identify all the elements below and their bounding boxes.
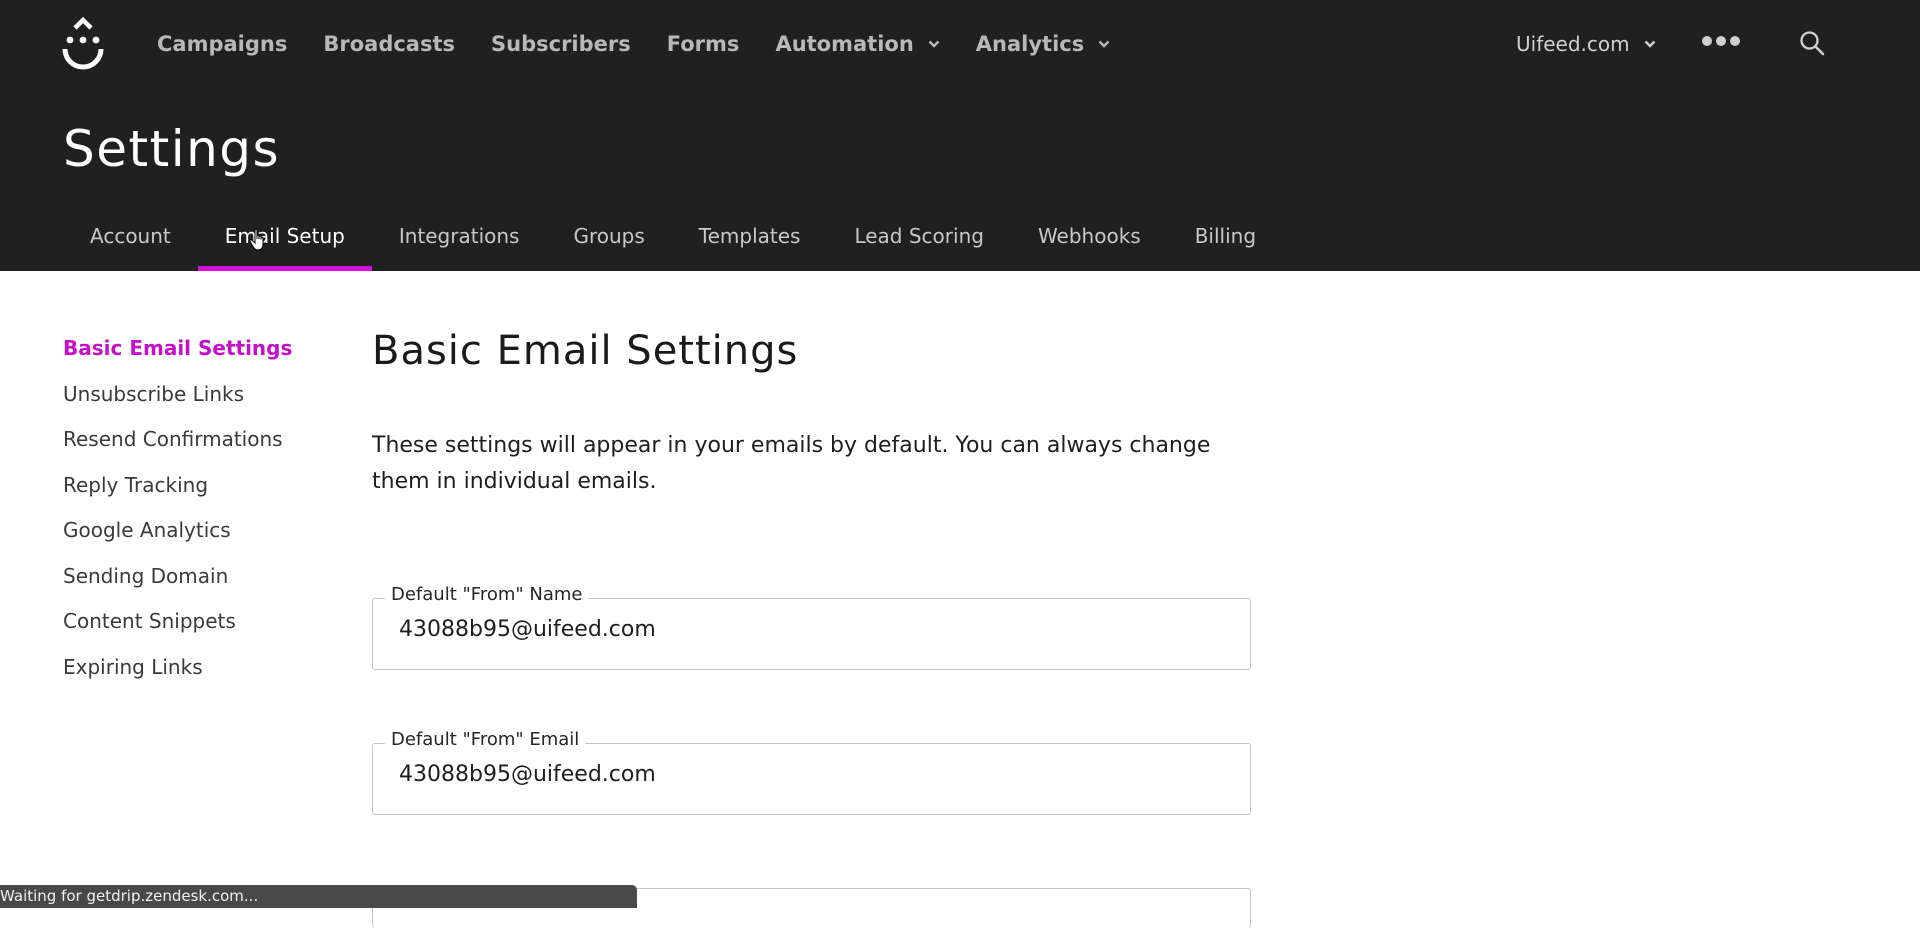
from-email-input[interactable]: [399, 762, 1219, 787]
drip-logo-icon[interactable]: [62, 16, 104, 72]
nav-campaigns[interactable]: Campaigns: [157, 32, 287, 56]
from-name-input[interactable]: [399, 617, 1219, 642]
from-name-label: Default "From" Name: [385, 584, 589, 605]
from-email-field: Default "From" Email: [372, 729, 1251, 815]
sidebar-item-sending-domain[interactable]: Sending Domain: [63, 558, 292, 604]
browser-status-bar: Waiting for getdrip.zendesk.com...: [0, 885, 637, 908]
nav-subscribers[interactable]: Subscribers: [491, 32, 631, 56]
sidebar-item-google-analytics[interactable]: Google Analytics: [63, 512, 292, 558]
nav-automation[interactable]: Automation: [775, 32, 940, 56]
section-description: These settings will appear in your email…: [372, 433, 1211, 494]
sidebar-item-expiring-links[interactable]: Expiring Links: [63, 649, 292, 695]
tab-templates[interactable]: Templates: [672, 216, 828, 271]
hand-cursor-icon: [249, 228, 264, 251]
sidebar-item-unsubscribe-links[interactable]: Unsubscribe Links: [63, 376, 292, 422]
tab-webhooks[interactable]: Webhooks: [1011, 216, 1168, 271]
page-title: Settings: [63, 120, 281, 178]
from-email-label: Default "From" Email: [385, 729, 586, 750]
nav-forms[interactable]: Forms: [667, 32, 740, 56]
nav-label: Subscribers: [491, 32, 631, 56]
sidebar-item-content-snippets[interactable]: Content Snippets: [63, 603, 292, 649]
account-label: Uifeed.com: [1516, 32, 1630, 56]
section-title: Basic Email Settings: [372, 328, 799, 374]
top-nav: Campaigns Broadcasts Subscribers Forms A…: [157, 28, 1146, 60]
nav-label: Forms: [666, 32, 740, 56]
sidebar-item-resend-confirmations[interactable]: Resend Confirmations: [63, 421, 292, 467]
nav-broadcasts[interactable]: Broadcasts: [323, 32, 455, 56]
email-setup-sidebar: Basic Email Settings Unsubscribe Links R…: [63, 330, 292, 694]
nav-label: Campaigns: [157, 32, 288, 56]
basic-email-settings-section: Basic Email Settings These settings will…: [372, 320, 1252, 928]
nav-analytics[interactable]: Analytics: [976, 32, 1110, 56]
ellipsis-icon[interactable]: [1702, 36, 1740, 50]
search-icon[interactable]: [1799, 30, 1825, 56]
app-header: Campaigns Broadcasts Subscribers Forms A…: [0, 0, 1920, 271]
settings-tabs: Account Email Setup Integrations Groups …: [63, 216, 1283, 271]
nav-label: Broadcasts: [323, 32, 456, 56]
nav-label: Automation: [775, 32, 914, 56]
chevron-down-icon: [1644, 40, 1655, 48]
tab-groups[interactable]: Groups: [546, 216, 671, 271]
chevron-down-icon: [928, 40, 940, 48]
nav-label: Analytics: [975, 32, 1085, 56]
chevron-down-icon: [1098, 40, 1110, 48]
tab-email-setup[interactable]: Email Setup: [197, 216, 372, 271]
sidebar-item-reply-tracking[interactable]: Reply Tracking: [63, 467, 292, 513]
sidebar-item-basic-email-settings[interactable]: Basic Email Settings: [63, 330, 292, 376]
from-name-field: Default "From" Name: [372, 584, 1251, 670]
tab-lead-scoring[interactable]: Lead Scoring: [827, 216, 1010, 271]
tab-account[interactable]: Account: [63, 216, 198, 271]
tab-integrations[interactable]: Integrations: [372, 216, 547, 271]
account-switcher[interactable]: Uifeed.com: [1516, 28, 1656, 60]
tab-billing[interactable]: Billing: [1168, 216, 1283, 271]
